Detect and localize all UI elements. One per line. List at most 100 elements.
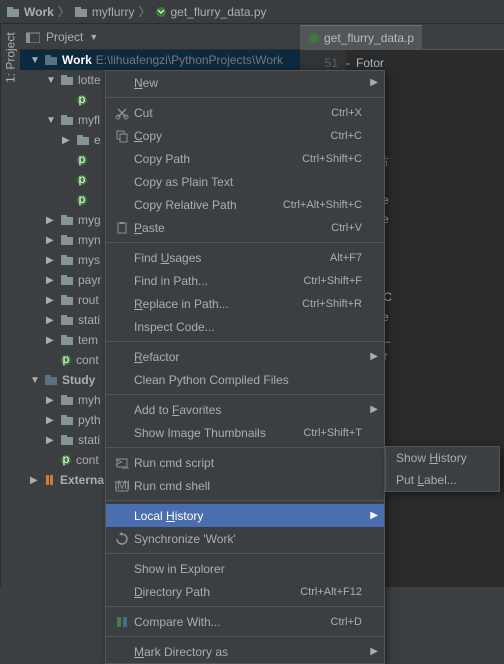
tree-row[interactable]: ▼ Work E:\lihuafengzi\PythonProjects\Work <box>20 50 300 70</box>
menu-item[interactable]: PasteCtrl+V <box>106 216 384 239</box>
menu-shortcut: Ctrl+Shift+T <box>303 427 362 439</box>
tree-label: myg <box>78 213 101 227</box>
menu-item[interactable]: Replace in Path...Ctrl+Shift+R <box>106 292 384 315</box>
menu-item[interactable]: Clean Python Compiled Files <box>106 368 384 391</box>
folder-icon <box>60 234 74 246</box>
menu-label: New <box>132 76 362 90</box>
tree-arrow-icon[interactable]: ▼ <box>30 55 40 66</box>
menu-shortcut: Ctrl+Shift+R <box>302 298 362 310</box>
menu-label: Copy Relative Path <box>132 198 283 212</box>
folder-icon <box>60 394 74 406</box>
tree-arrow-icon[interactable]: ▶ <box>46 435 56 446</box>
menu-shortcut: Ctrl+Shift+C <box>302 153 362 165</box>
menu-label: Compare With... <box>132 615 331 629</box>
context-menu[interactable]: New▶CutCtrl+XCopyCtrl+CCopy PathCtrl+Shi… <box>105 70 385 664</box>
tab-label: get_flurry_data.p <box>324 31 414 45</box>
submenu-arrow-icon: ▶ <box>370 351 378 362</box>
menu-shortcut: Ctrl+X <box>331 107 362 119</box>
menu-item[interactable]: Add to Favorites▶ <box>106 398 384 421</box>
folder-root-icon <box>44 54 58 66</box>
tree-arrow-icon[interactable]: ▼ <box>46 115 56 126</box>
submenu-item[interactable]: Show History <box>386 447 499 469</box>
tree-arrow-icon[interactable]: ▶ <box>46 275 56 286</box>
menu-label: Inspect Code... <box>132 320 362 334</box>
svg-text:p: p <box>79 194 86 206</box>
menu-item[interactable]: Copy Relative PathCtrl+Alt+Shift+C <box>106 193 384 216</box>
tree-arrow-icon[interactable]: ▶ <box>30 475 40 486</box>
tree-arrow-icon[interactable]: ▶ <box>46 395 56 406</box>
menu-item[interactable]: CopyCtrl+C <box>106 124 384 147</box>
tree-label: myfl <box>78 113 100 127</box>
menu-shortcut: Ctrl+D <box>331 616 362 628</box>
menu-item[interactable]: >_Run cmd script <box>106 451 384 474</box>
tree-label: stati <box>78 433 100 447</box>
tree-arrow-icon[interactable]: ▶ <box>46 295 56 306</box>
menu-item[interactable]: Show Image ThumbnailsCtrl+Shift+T <box>106 421 384 444</box>
menu-item[interactable]: Copy as Plain Text <box>106 170 384 193</box>
menu-label: Find in Path... <box>132 274 303 288</box>
menu-item[interactable]: Copy PathCtrl+Shift+C <box>106 147 384 170</box>
tree-arrow-icon[interactable]: ▶ <box>46 235 56 246</box>
breadcrumb-folder[interactable]: myflurry <box>74 5 135 19</box>
menu-item[interactable]: Local History▶ <box>106 504 384 527</box>
lib-icon <box>44 474 56 486</box>
tree-label: stati <box>78 313 100 327</box>
chevron-down-icon[interactable]: ▼ <box>89 32 98 42</box>
menu-separator <box>106 97 384 98</box>
menu-item[interactable]: Directory PathCtrl+Alt+F12 <box>106 580 384 603</box>
svg-text:p: p <box>79 94 86 106</box>
chevron-right-icon: 〉 <box>58 3 70 20</box>
menu-shortcut: Ctrl+V <box>331 222 362 234</box>
menu-item[interactable]: Find UsagesAlt+F7 <box>106 246 384 269</box>
tree-arrow-icon[interactable]: ▶ <box>46 215 56 226</box>
project-view-icon[interactable] <box>26 31 40 43</box>
menu-item[interactable]: Synchronize 'Work' <box>106 527 384 550</box>
svg-text:>_: >_ <box>115 456 129 469</box>
tree-arrow-icon[interactable]: ▶ <box>46 315 56 326</box>
folder-root-icon <box>44 374 58 386</box>
tree-label: cont <box>76 353 99 367</box>
menu-separator <box>106 636 384 637</box>
folder-icon <box>60 414 74 426</box>
project-tool-tab[interactable]: 1: Project <box>0 24 20 587</box>
local-history-submenu[interactable]: Show HistoryPut Label... <box>385 446 500 492</box>
menu-shortcut: Ctrl+Shift+F <box>303 275 362 287</box>
tree-arrow-icon[interactable]: ▶ <box>62 135 72 146</box>
py-icon: p <box>76 194 88 206</box>
breadcrumb-root[interactable]: Work <box>6 5 54 19</box>
tree-arrow-icon[interactable]: ▶ <box>46 255 56 266</box>
menu-item[interactable]: CMDRun cmd shell <box>106 474 384 497</box>
menu-label: Paste <box>132 221 331 235</box>
menu-item[interactable]: New▶ <box>106 71 384 94</box>
submenu-item[interactable]: Put Label... <box>386 469 499 491</box>
folder-icon <box>60 274 74 286</box>
python-file-icon <box>308 32 320 44</box>
menu-label: Show Image Thumbnails <box>132 426 303 440</box>
tree-label: Work <box>62 53 92 67</box>
tree-arrow-icon[interactable]: ▶ <box>46 415 56 426</box>
menu-label: Run cmd script <box>132 456 362 470</box>
py-icon: p <box>76 94 88 106</box>
menu-item[interactable]: Refactor ▶ <box>106 345 384 368</box>
folder-icon <box>60 334 74 346</box>
menu-item[interactable]: Inspect Code... <box>106 315 384 338</box>
tree-arrow-icon[interactable]: ▶ <box>46 335 56 346</box>
tree-arrow-icon[interactable]: ▼ <box>30 375 40 386</box>
breadcrumb-file[interactable]: get_flurry_data.py <box>155 5 267 19</box>
tree-path: E:\lihuafengzi\PythonProjects\Work <box>96 53 283 67</box>
svg-text:p: p <box>63 354 70 366</box>
menu-item[interactable]: Show in Explorer <box>106 557 384 580</box>
folder-icon <box>60 314 74 326</box>
menu-item[interactable]: Compare With...Ctrl+D <box>106 610 384 633</box>
tree-arrow-icon[interactable]: ▼ <box>46 75 56 86</box>
cut-icon <box>112 106 132 120</box>
menu-label: Refactor <box>132 350 362 364</box>
run-icon: >_ <box>112 456 132 470</box>
menu-separator <box>106 553 384 554</box>
editor-tab[interactable]: get_flurry_data.p <box>300 25 422 49</box>
menu-item[interactable]: Mark Directory as▶ <box>106 640 384 663</box>
menu-item[interactable]: CutCtrl+X <box>106 101 384 124</box>
menu-item[interactable]: Find in Path...Ctrl+Shift+F <box>106 269 384 292</box>
menu-label: Add to Favorites <box>132 403 362 417</box>
copy-icon <box>112 129 132 143</box>
